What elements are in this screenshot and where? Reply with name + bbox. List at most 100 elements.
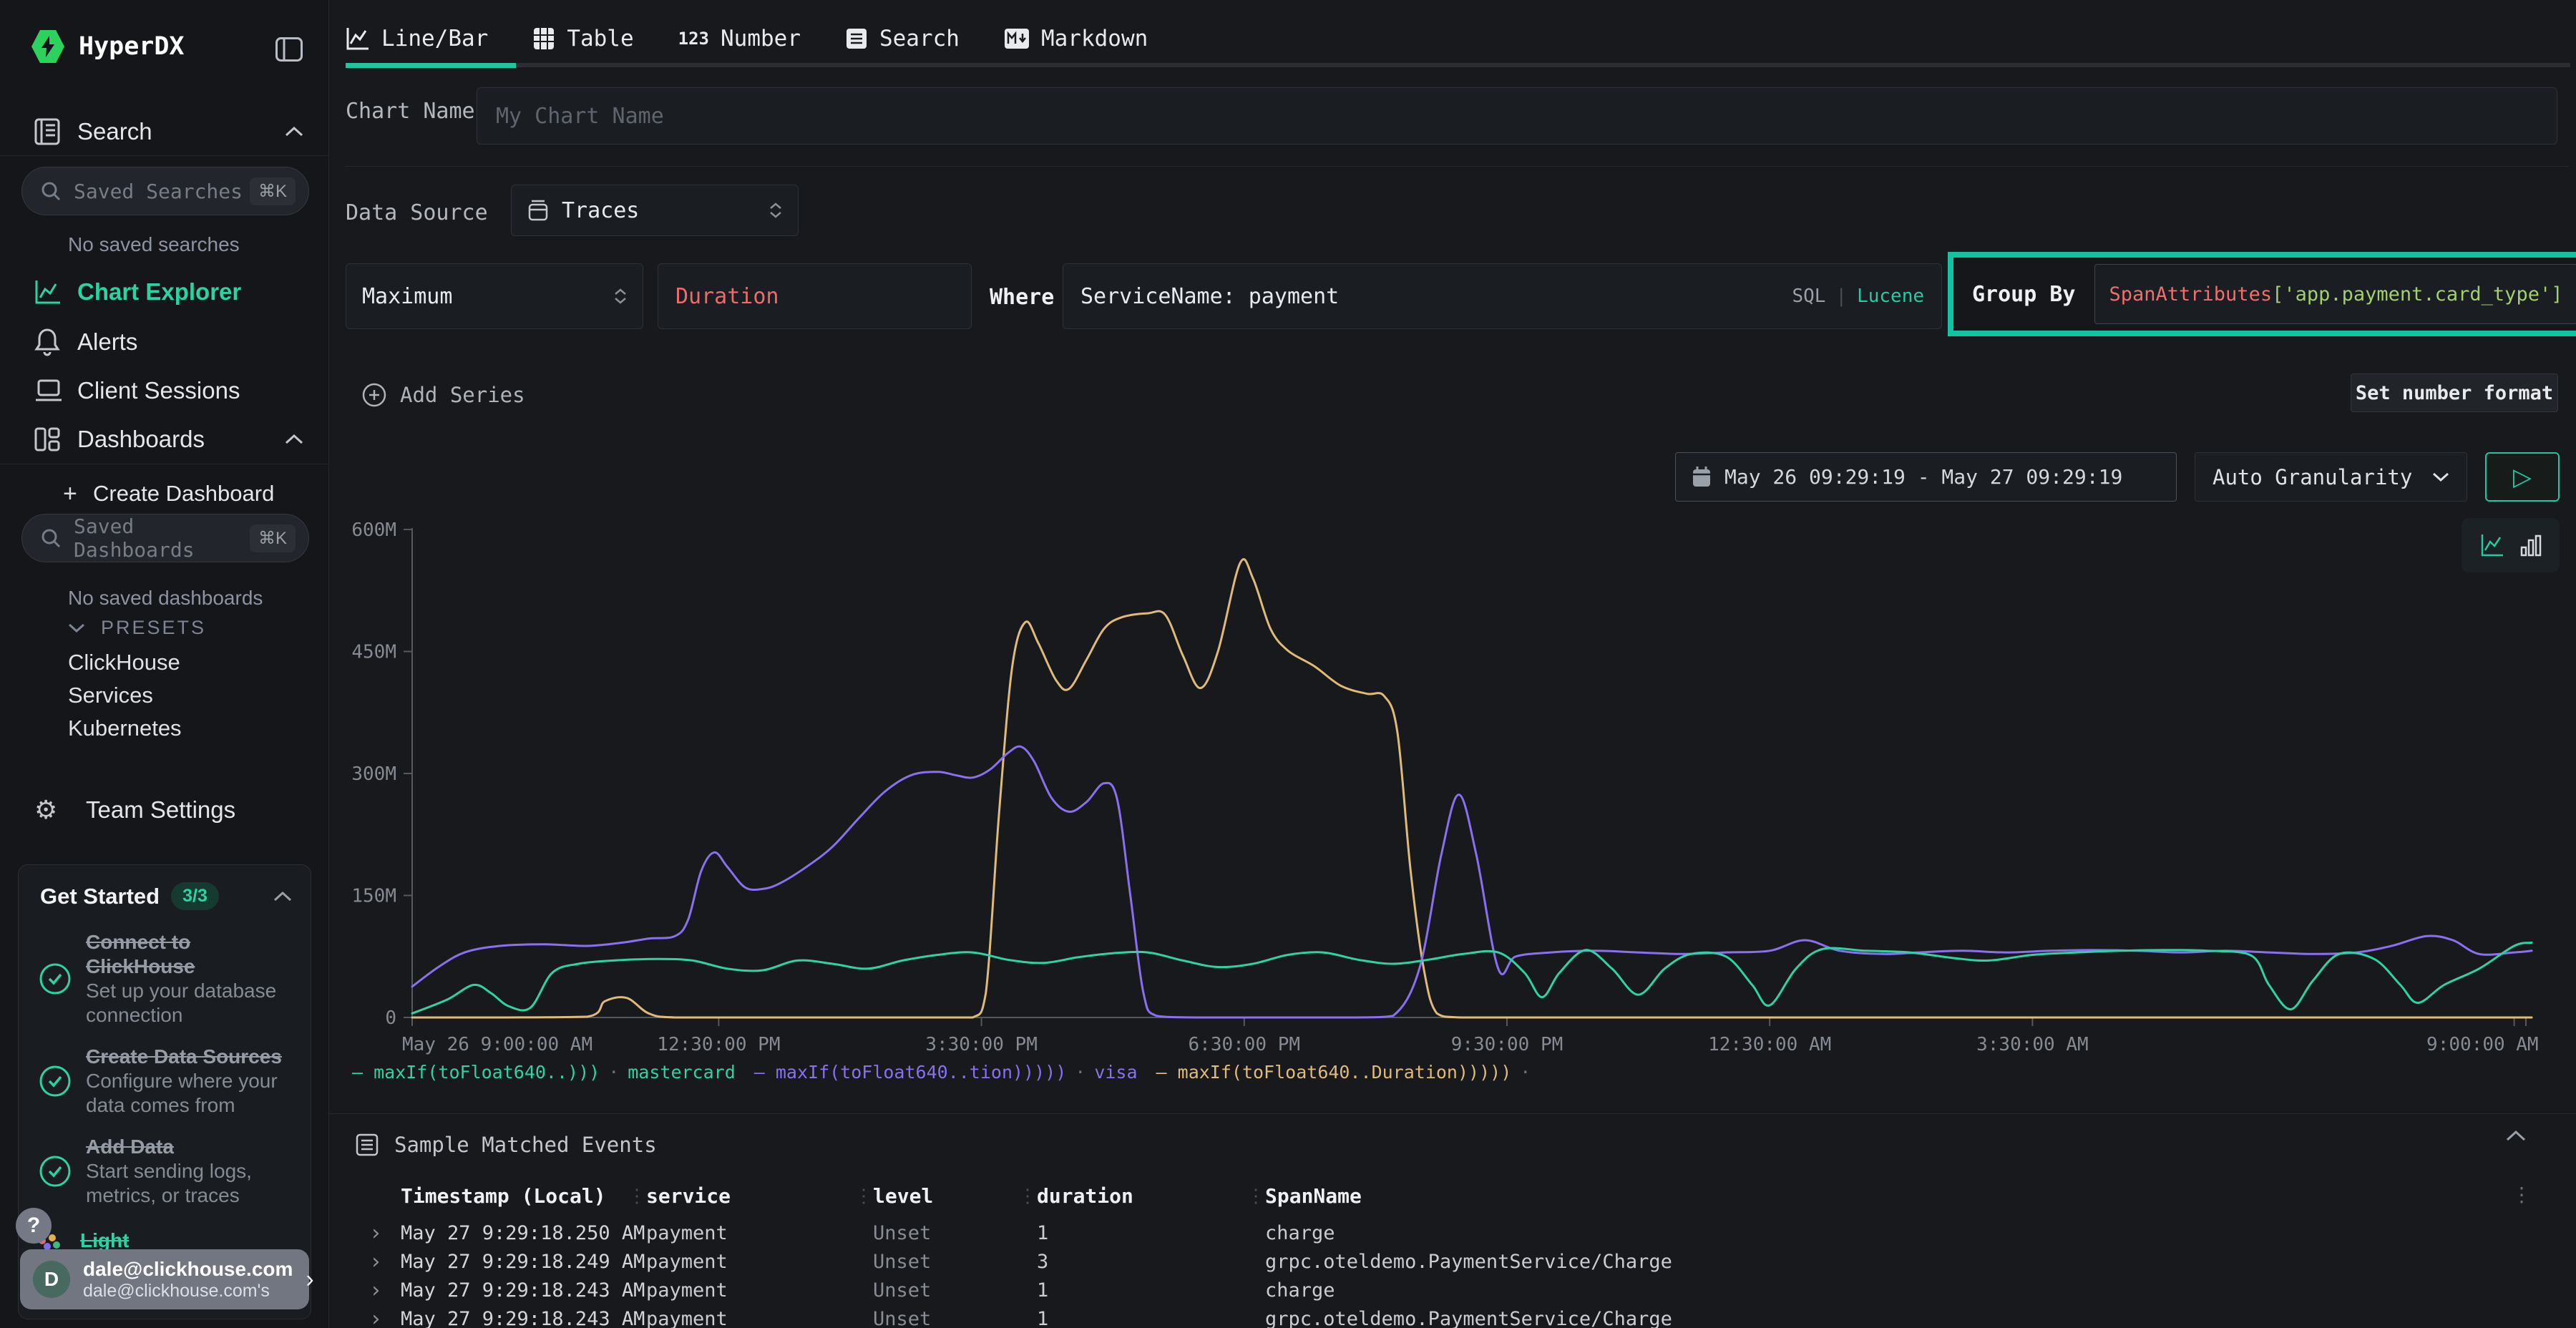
divider	[0, 155, 328, 156]
column-level[interactable]: level	[873, 1184, 1037, 1208]
event-row[interactable]: › May 27 9:29:18.250 AM payment Unset 1 …	[369, 1219, 2490, 1247]
calendar-icon	[1692, 467, 1712, 488]
set-number-format-button[interactable]: Set number format	[2351, 374, 2558, 412]
help-button[interactable]: ?	[16, 1208, 52, 1244]
column-service[interactable]: service	[646, 1184, 873, 1208]
svg-text:3:30:00 AM: 3:30:00 AM	[1976, 1034, 2089, 1055]
sidebar-item-team-settings[interactable]: ⚙ Team Settings	[0, 791, 328, 829]
where-label: Where	[990, 285, 1054, 310]
tab-search[interactable]: Search	[845, 26, 960, 52]
legend-item[interactable]: — maxIf(toFloat640..Duration))))) ·	[1156, 1062, 1540, 1083]
checklist-item-title: Add Data	[86, 1135, 293, 1159]
sidebar-item-chart-explorer[interactable]: Chart Explorer	[0, 273, 328, 311]
saved-dashboards-input[interactable]: Saved Dashboards ⌘K	[21, 514, 309, 562]
chevron-up-icon[interactable]	[2506, 1130, 2526, 1141]
granularity-select[interactable]: Auto Granularity	[2195, 452, 2467, 502]
avatar: D	[33, 1261, 70, 1298]
tab-label: Table	[567, 26, 633, 52]
markdown-icon	[1004, 28, 1030, 49]
sidebar-item-dashboards[interactable]: Dashboards	[0, 421, 328, 458]
legend-separator: ·	[1075, 1062, 1085, 1083]
bell-icon	[34, 328, 63, 356]
event-level: Unset	[873, 1279, 1037, 1302]
timeseries-chart[interactable]: 0150M300M450M600MMay 26 9:00:00 AM12:30:…	[343, 522, 2565, 1055]
row-expander-icon[interactable]: ›	[369, 1221, 401, 1246]
sidebar-collapse-icon[interactable]	[275, 37, 303, 62]
sidebar-section-search-label: Search	[77, 118, 152, 145]
preset-clickhouse[interactable]: ClickHouse	[68, 650, 180, 675]
aggregation-select[interactable]: Maximum	[346, 263, 643, 329]
checklist-item-data-sources[interactable]: Create Data Sources Configure where your…	[19, 1045, 311, 1118]
check-circle-icon	[39, 1065, 72, 1098]
event-span-name: charge	[1265, 1279, 2490, 1302]
gear-icon: ⚙	[34, 795, 63, 825]
date-range-value: May 26 09:29:19 - May 27 09:29:19	[1724, 465, 2122, 489]
checklist-item-add-data[interactable]: Add Data Start sending logs, metrics, or…	[19, 1135, 311, 1208]
tab-line-bar[interactable]: Line/Bar	[346, 26, 488, 52]
chevron-up-icon[interactable]	[273, 892, 292, 902]
preset-services[interactable]: Services	[68, 683, 153, 708]
checklist-item-desc: Configure where your data comes from	[86, 1069, 293, 1118]
group-by-input[interactable]: SpanAttributes['app.payment.card_type']	[2094, 264, 2576, 324]
shortcut-badge: ⌘K	[250, 177, 296, 205]
legend-item[interactable]: — maxIf(toFloat640..tion))))) · visa	[754, 1062, 1138, 1083]
svg-text:9:30:00 PM: 9:30:00 PM	[1451, 1034, 1563, 1055]
sidebar-section-search[interactable]: Search	[0, 113, 328, 150]
tab-table[interactable]: Table	[532, 26, 633, 52]
row-expander-icon[interactable]: ›	[369, 1307, 401, 1328]
line-chart-icon	[346, 26, 370, 51]
row-expander-icon[interactable]: ›	[369, 1249, 401, 1274]
legend-item[interactable]: — maxIf(toFloat640..))) · mastercard	[352, 1062, 736, 1083]
column-spanname[interactable]: SpanName	[1265, 1184, 2490, 1208]
event-row[interactable]: › May 27 9:29:18.243 AM payment Unset 1 …	[369, 1276, 2490, 1304]
sidebar-item-client-sessions-label: Client Sessions	[77, 377, 240, 404]
brand-name: HyperDX	[79, 32, 185, 61]
brand[interactable]: HyperDX	[31, 29, 185, 64]
group-by-function: SpanAttributes	[2109, 283, 2273, 306]
sidebar-item-client-sessions[interactable]: Client Sessions	[0, 372, 328, 409]
event-timestamp: May 27 9:29:18.243 AM	[401, 1308, 646, 1328]
sidebar: HyperDX Search Saved Searches ⌘K No save…	[0, 0, 329, 1328]
svg-text:May 26 9:00:00 AM: May 26 9:00:00 AM	[402, 1034, 592, 1055]
saved-searches-input[interactable]: Saved Searches ⌘K	[21, 167, 309, 215]
legend-separator: ·	[608, 1062, 619, 1083]
event-row[interactable]: › May 27 9:29:18.249 AM payment Unset 3 …	[369, 1247, 2490, 1276]
tab-markdown[interactable]: Markdown	[1004, 26, 1148, 52]
field-select[interactable]: Duration	[658, 263, 972, 329]
presets-toggle[interactable]: PRESETS	[68, 617, 206, 639]
no-saved-dashboards-note: No saved dashboards	[68, 587, 263, 610]
lucene-language-toggle[interactable]: Lucene	[1857, 285, 1924, 307]
sidebar-item-alerts[interactable]: Alerts	[0, 323, 328, 361]
event-row[interactable]: › May 27 9:29:18.243 AM payment Unset 1 …	[369, 1304, 2490, 1328]
where-input[interactable]: ServiceName: payment SQL | Lucene	[1063, 263, 1942, 329]
legend-group-label: visa	[1094, 1062, 1137, 1083]
legend-group-label: mastercard	[628, 1062, 736, 1083]
legend-series-expr: — maxIf(toFloat640..Duration)))))	[1156, 1062, 1512, 1083]
user-subtext: dale@clickhouse.com's	[83, 1281, 293, 1301]
create-dashboard-button[interactable]: + Create Dashboard	[0, 478, 328, 509]
events-panel-title: Sample Matched Events	[394, 1133, 657, 1157]
date-range-picker[interactable]: May 26 09:29:19 - May 27 09:29:19	[1675, 452, 2177, 502]
chevron-up-icon	[285, 434, 303, 444]
user-menu[interactable]: D dale@clickhouse.com dale@clickhouse.co…	[20, 1249, 309, 1309]
checklist-item-connect[interactable]: Connect to ClickHouse Set up your databa…	[19, 930, 311, 1027]
run-query-button[interactable]: ▷	[2485, 452, 2560, 502]
column-timestamp[interactable]: Timestamp (Local)	[401, 1184, 646, 1208]
preset-kubernetes[interactable]: Kubernetes	[68, 716, 182, 741]
checklist-item-desc: Set up your database connection	[86, 979, 293, 1027]
plus-circle-icon	[361, 382, 387, 408]
row-expander-icon[interactable]: ›	[369, 1278, 401, 1303]
list-icon	[845, 27, 868, 50]
event-service: payment	[646, 1279, 873, 1302]
legend-separator: ·	[1520, 1062, 1531, 1083]
add-series-button[interactable]: Add Series	[361, 382, 525, 408]
data-source-select[interactable]: Traces	[511, 185, 799, 236]
no-saved-searches-note: No saved searches	[68, 233, 240, 256]
tab-number[interactable]: 123 Number	[678, 26, 801, 52]
checklist-item-title: Create Data Sources	[86, 1045, 293, 1069]
sql-language-toggle[interactable]: SQL	[1792, 285, 1825, 307]
kebab-menu-icon[interactable]: ⋮	[2512, 1183, 2532, 1206]
chart-name-input[interactable]	[477, 87, 2557, 145]
chevron-right-icon: ›	[306, 1266, 313, 1294]
column-duration[interactable]: duration	[1037, 1184, 1265, 1208]
